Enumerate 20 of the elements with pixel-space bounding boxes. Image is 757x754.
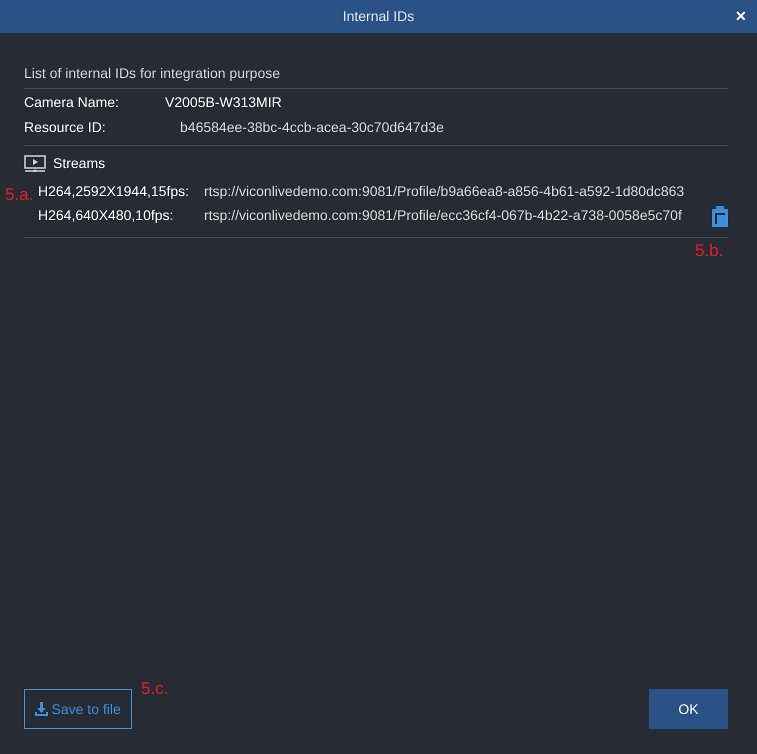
annotation-label: 5.c. (141, 678, 168, 700)
description-text: List of internal IDs for integration purpose (24, 65, 280, 81)
ok-button[interactable]: OK (649, 689, 728, 729)
download-icon (35, 702, 48, 716)
section-title: Streams (53, 154, 106, 172)
stream-url: rtsp://viconlivedemo.com:9081/Profile/b9a66ea8-a856-4b61-a592-1d80dc863 (204, 182, 684, 201)
annotation-label: 5.a. (5, 184, 34, 206)
save-button[interactable]: Save to file (24, 689, 132, 729)
field-label: Camera Name: (24, 93, 120, 112)
close-button[interactable]: ✕ (733, 6, 749, 27)
clipboard-icon[interactable] (712, 206, 728, 227)
window-title: Internal IDs (342, 7, 414, 26)
field-label: Resource ID: (24, 118, 107, 136)
stream-label: H264,640X480,10fps: (38, 206, 174, 226)
video-icon (24, 154, 46, 172)
field-value: b46584ee-38bc-4ccb-acea-30c70d647d3e (180, 118, 444, 136)
stream-label: H264,2592X1944,15fps: (38, 182, 190, 201)
stream-url: rtsp://viconlivedemo.com:9081/Profile/ecc36cf4-067b-4b22-a738-0058e5c70f (204, 206, 682, 226)
field-value: V2005B-W313MIR (165, 93, 282, 112)
annotation-label: 5.b. (695, 240, 724, 262)
